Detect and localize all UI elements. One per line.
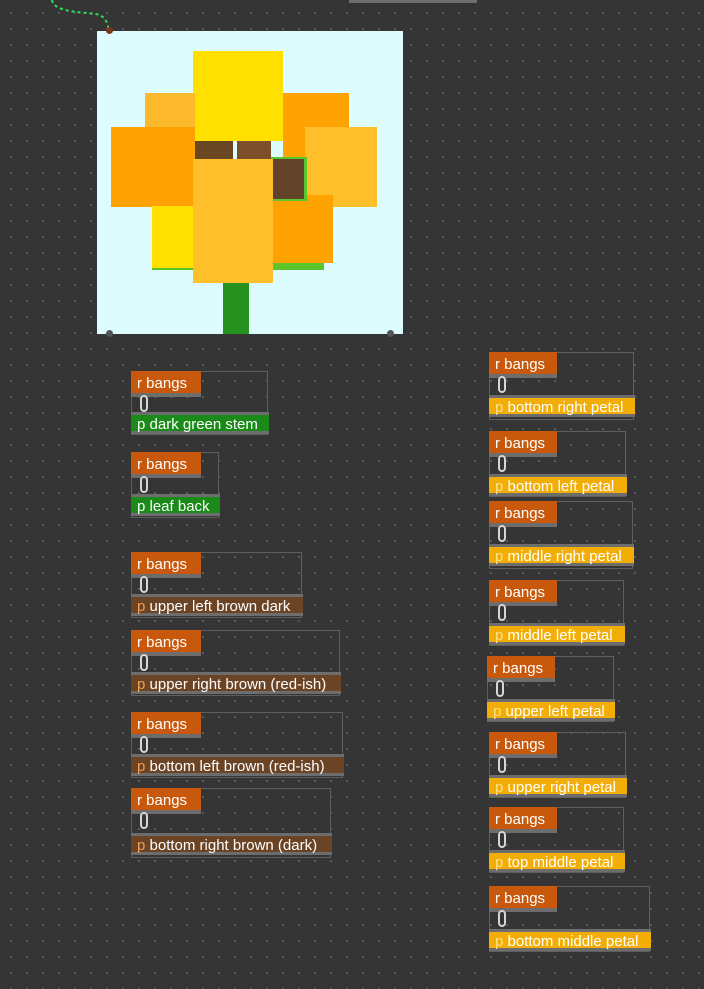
receive-node[interactable]: r bangs [131, 452, 201, 478]
node-group[interactable]: r bangs p leaf back [131, 452, 220, 518]
receive-node[interactable]: r bangs [489, 732, 557, 758]
node-group[interactable]: r bangs p upper left petal [487, 656, 615, 722]
patch-cord[interactable] [498, 604, 506, 621]
paint-node[interactable]: p bottom middle petal [489, 929, 651, 951]
paint-label: upper right brown (red-ish) [145, 676, 327, 693]
patch-cord[interactable] [140, 576, 148, 593]
paint-node[interactable]: p upper left petal [487, 699, 615, 721]
receive-node[interactable]: r bangs [489, 886, 557, 912]
receive-node[interactable]: r bangs [489, 580, 557, 606]
canvas-panel[interactable] [97, 31, 403, 334]
receive-label: bangs [142, 792, 188, 809]
node-group[interactable]: r bangs p upper left brown dark [131, 552, 303, 618]
paint-label: upper right petal [503, 779, 616, 796]
receive-node[interactable]: r bangs [489, 807, 557, 833]
patch-cord[interactable] [498, 525, 506, 542]
middle-left-petal-shape [111, 127, 195, 207]
patch-cord[interactable] [140, 476, 148, 493]
paint-node[interactable]: p middle right petal [489, 544, 634, 566]
paint-label: bottom middle petal [503, 933, 639, 950]
patch-cord[interactable] [140, 395, 148, 412]
patch-cord[interactable] [498, 376, 506, 393]
patch-cord[interactable] [498, 455, 506, 472]
paint-node[interactable]: p top middle petal [489, 850, 625, 872]
canvas-handle-top-left[interactable] [106, 27, 113, 34]
paint-label: leaf back [145, 498, 210, 515]
bottom-right-petal-shape [273, 195, 333, 263]
paint-node[interactable]: p leaf back [131, 494, 220, 516]
paint-label: middle right petal [503, 548, 622, 565]
receive-node[interactable]: r bangs [131, 630, 201, 656]
patch-cord[interactable] [498, 831, 506, 848]
receive-label: bangs [142, 634, 188, 651]
receive-node[interactable]: r bangs [131, 371, 201, 397]
paint-label: bottom left petal [503, 478, 615, 495]
receive-node[interactable]: r bangs [131, 788, 201, 814]
paint-label: top middle petal [503, 854, 614, 871]
receive-label: bangs [500, 811, 546, 828]
paint-node[interactable]: p bottom left brown (red-ish) [131, 754, 344, 776]
node-group[interactable]: r bangs p middle left petal [489, 580, 625, 646]
patch-cord[interactable] [140, 654, 148, 671]
paint-node[interactable]: p upper right brown (red-ish) [131, 672, 341, 694]
paint-node[interactable]: p bottom left petal [489, 474, 627, 496]
paint-label: bottom left brown (red-ish) [145, 758, 325, 775]
node-group[interactable]: r bangs p bottom left brown (red-ish) [131, 712, 344, 778]
receive-node[interactable]: r bangs [489, 501, 557, 527]
node-group[interactable]: r bangs p bottom middle petal [489, 886, 651, 952]
receive-label: bangs [500, 505, 546, 522]
receive-node[interactable]: r bangs [489, 431, 557, 457]
patch-cord[interactable] [498, 756, 506, 773]
node-group[interactable]: r bangs p upper right brown (red-ish) [131, 630, 341, 696]
node-group[interactable]: r bangs p bottom right petal [489, 352, 635, 420]
paint-label: middle left petal [503, 627, 613, 644]
paint-node[interactable]: p dark green stem [131, 412, 269, 434]
receive-label: bangs [142, 456, 188, 473]
receive-label: bangs [498, 660, 544, 677]
bottom-left-brown-shape [237, 139, 249, 159]
receive-label: bangs [500, 356, 546, 373]
paint-label: dark green stem [145, 416, 258, 433]
node-group[interactable]: r bangs p dark green stem [131, 371, 269, 435]
patch-cord[interactable] [140, 812, 148, 829]
bottom-left-petal-shape [152, 206, 194, 268]
paint-label: bottom right petal [503, 399, 624, 416]
paint-node[interactable]: p upper right petal [489, 775, 627, 797]
paint-label: upper left petal [501, 703, 605, 720]
paint-node[interactable]: p middle left petal [489, 623, 625, 645]
node-group[interactable]: r bangs p top middle petal [489, 807, 625, 873]
paint-node[interactable]: p bottom right petal [489, 395, 635, 417]
bottom-middle-petal-shape [193, 159, 273, 283]
upper-left-brown-dark-shape [193, 139, 233, 159]
paint-label: upper left brown dark [145, 598, 291, 615]
patch-cord[interactable] [496, 680, 504, 697]
receive-label: bangs [142, 556, 188, 573]
receive-label: bangs [142, 716, 188, 733]
receive-node[interactable]: r bangs [489, 352, 557, 378]
receive-node[interactable]: r bangs [131, 552, 201, 578]
node-group[interactable]: r bangs p bottom left petal [489, 431, 627, 497]
receive-node[interactable]: r bangs [131, 712, 201, 738]
node-group[interactable]: r bangs p middle right petal [489, 501, 634, 569]
paint-node[interactable]: p upper left brown dark [131, 594, 303, 616]
receive-label: bangs [500, 890, 546, 907]
upper-right-brown-shape [247, 139, 271, 159]
receive-label: bangs [500, 435, 546, 452]
patch-cord[interactable] [140, 736, 148, 753]
receive-label: bangs [500, 736, 546, 753]
canvas-handle-bottom-left[interactable] [106, 330, 113, 337]
bottom-right-brown-dark-shape [273, 159, 304, 199]
paint-node[interactable]: p bottom right brown (dark) [131, 833, 332, 855]
node-group[interactable]: r bangs p bottom right brown (dark) [131, 788, 332, 858]
partial-node-top[interactable] [349, 0, 477, 3]
receive-label: bangs [500, 584, 546, 601]
receive-label: bangs [142, 375, 188, 392]
top-middle-petal-shape [193, 51, 283, 141]
canvas-handle-bottom-right[interactable] [387, 330, 394, 337]
stem-shape [223, 276, 249, 334]
node-group[interactable]: r bangs p upper right petal [489, 732, 627, 798]
patch-cord[interactable] [498, 910, 506, 927]
paint-label: bottom right brown (dark) [145, 837, 318, 854]
receive-node[interactable]: r bangs [487, 656, 555, 682]
